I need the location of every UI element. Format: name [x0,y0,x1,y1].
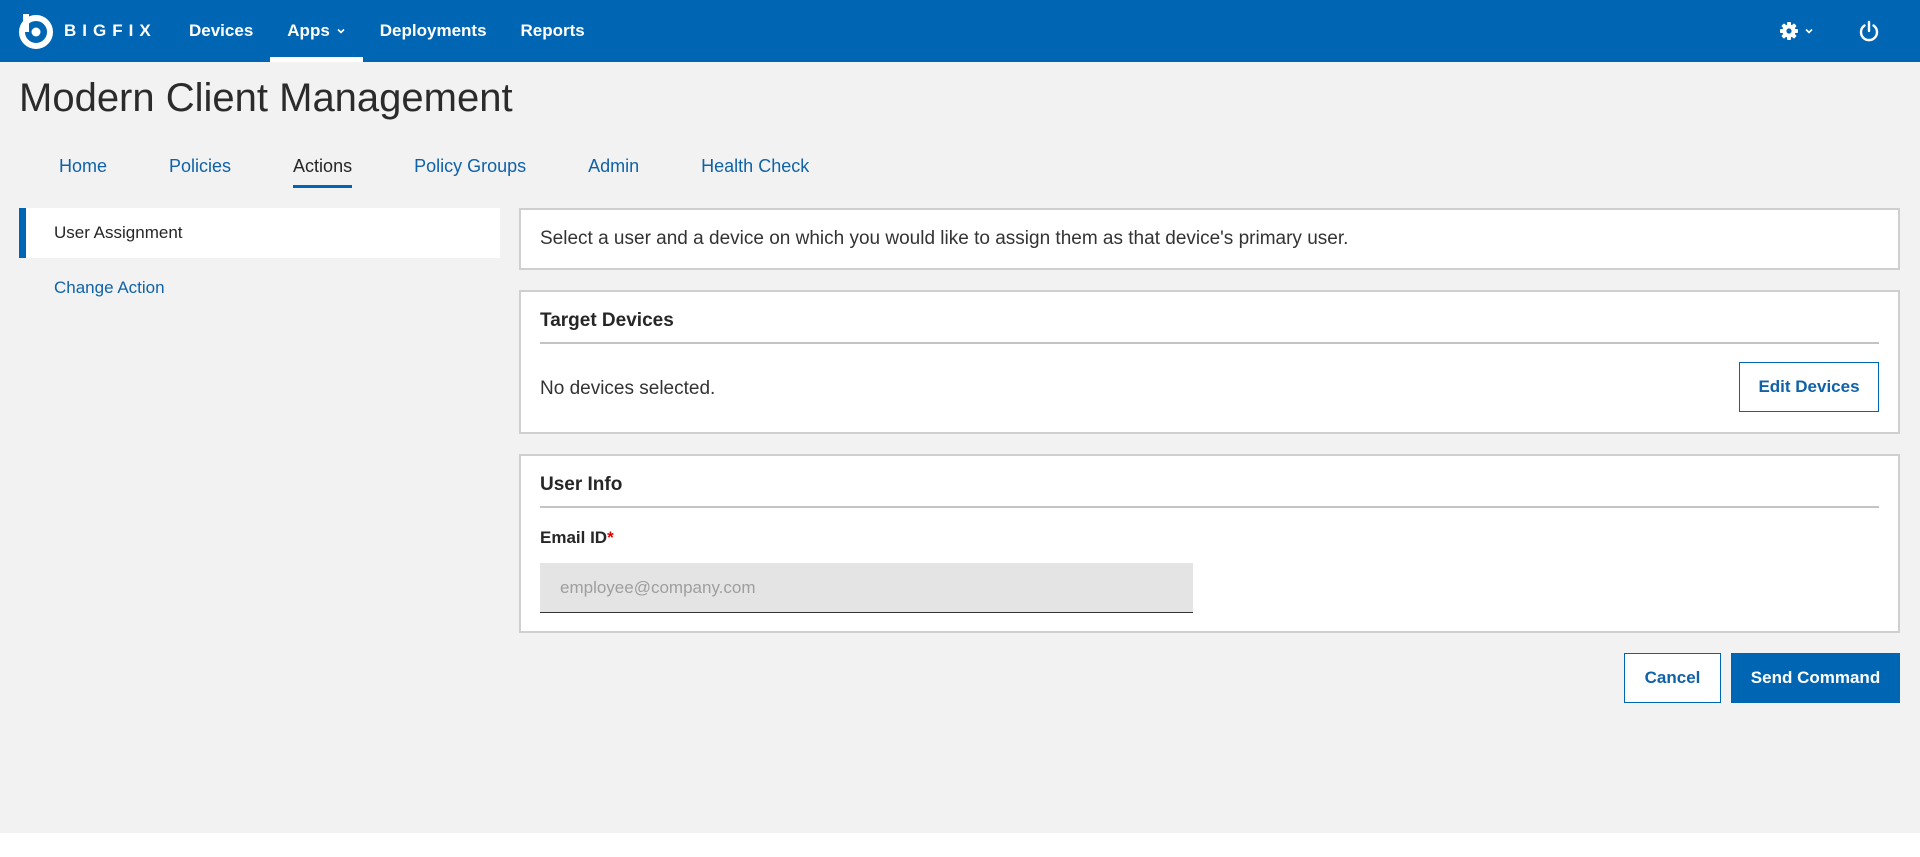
side-item-label: User Assignment [54,223,183,242]
top-right-controls [1779,0,1920,62]
tab-policies[interactable]: Policies [150,152,250,188]
tab-actions[interactable]: Actions [274,152,371,188]
chevron-down-icon [337,28,345,34]
tab-home[interactable]: Home [40,152,126,188]
required-marker: * [607,528,614,547]
gear-icon [1780,22,1798,40]
tab-health-check[interactable]: Health Check [682,152,828,188]
tab-admin[interactable]: Admin [569,152,658,188]
email-field-label: Email ID* [540,528,614,548]
nav-apps-label: Apps [287,21,330,40]
nav-deployments[interactable]: Deployments [363,0,504,62]
side-item-change-action[interactable]: Change Action [19,258,500,318]
nav-reports-label: Reports [520,21,585,40]
email-label-text: Email ID [540,528,608,547]
device-selection-status: No devices selected. [540,378,716,399]
top-navigation-bar: BIGFIX Devices Apps Deployments Reports [0,0,1920,62]
nav-devices-label: Devices [189,21,254,40]
form-actions: Cancel Send Command [1624,653,1900,703]
nav-apps[interactable]: Apps [270,0,363,62]
send-command-button[interactable]: Send Command [1731,653,1900,703]
action-side-menu: User Assignment Change Action [19,208,500,318]
power-icon[interactable] [1858,20,1880,42]
intro-text: Select a user and a device on which you … [540,228,1349,249]
nav-deployments-label: Deployments [379,21,487,40]
side-item-user-assignment[interactable]: User Assignment [19,208,500,258]
target-devices-panel: Target Devices No devices selected. Edit… [519,290,1900,434]
bigfix-logo-icon [19,14,53,49]
settings-menu-button[interactable] [1779,21,1814,41]
edit-devices-button[interactable]: Edit Devices [1739,362,1879,412]
page-background: BIGFIX Devices Apps Deployments Reports [0,0,1920,833]
nav-reports[interactable]: Reports [504,0,602,62]
tab-policy-groups[interactable]: Policy Groups [395,152,545,188]
bigfix-logo[interactable]: BIGFIX [18,13,157,49]
email-field[interactable] [540,563,1193,613]
section-tabs: Home Policies Actions Policy Groups Admi… [40,152,852,188]
brand-name: BIGFIX [64,21,157,40]
user-info-panel: User Info Email ID* [519,454,1900,633]
main-nav: Devices Apps Deployments Reports [172,0,602,62]
intro-panel: Select a user and a device on which you … [519,208,1900,270]
target-devices-heading: Target Devices [540,310,1879,344]
nav-devices[interactable]: Devices [172,0,270,62]
side-item-label: Change Action [54,278,165,297]
cancel-button[interactable]: Cancel [1624,653,1721,703]
page-title: Modern Client Management [19,76,513,120]
user-info-heading: User Info [540,474,1879,508]
chevron-down-icon [1805,28,1813,34]
